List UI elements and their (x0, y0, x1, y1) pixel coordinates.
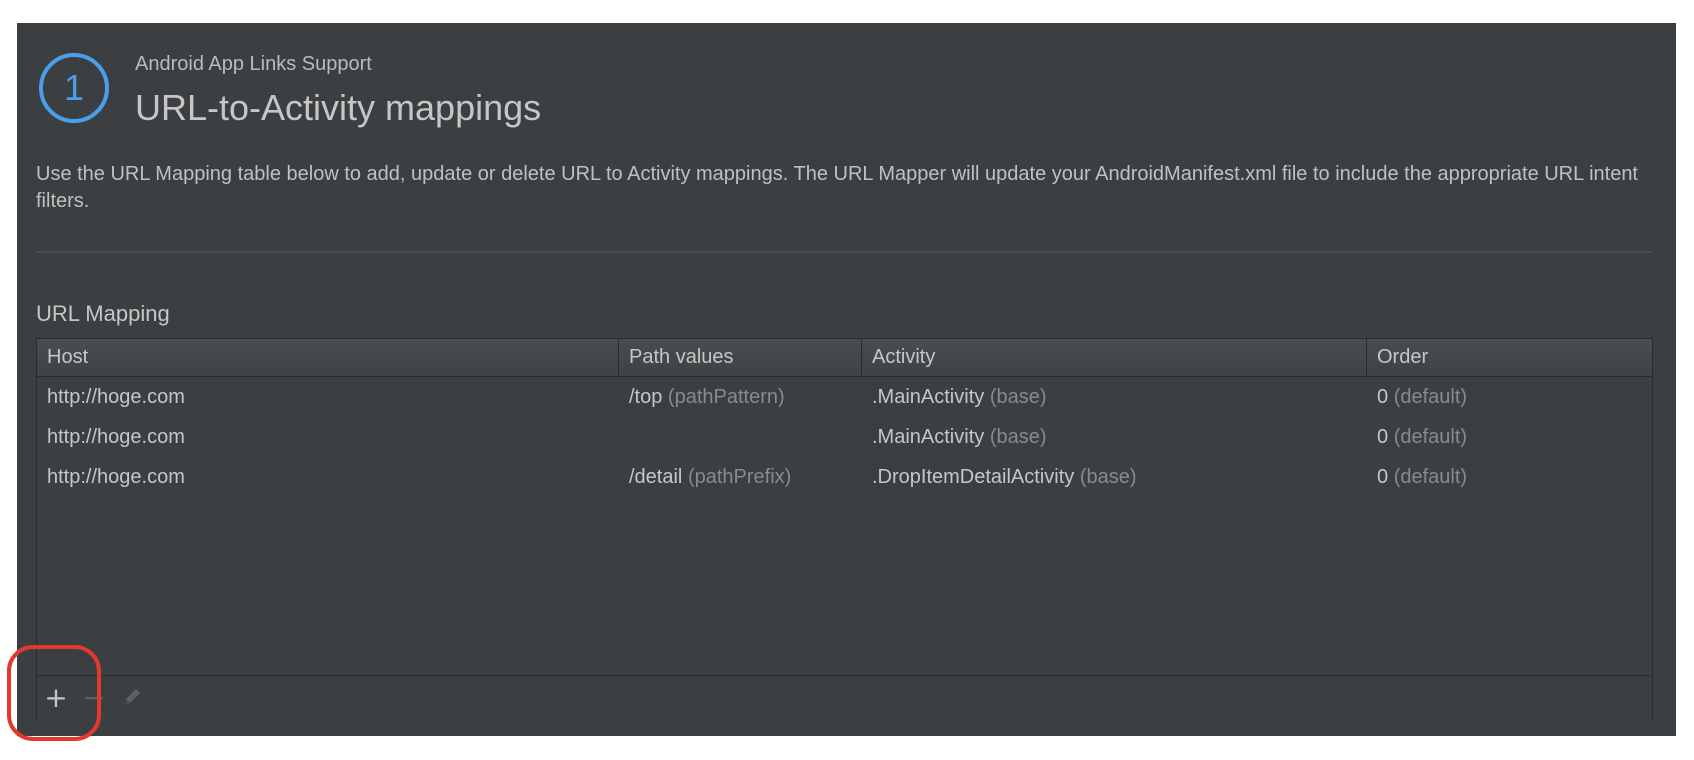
order-value: 0 (1377, 466, 1389, 488)
activity-hint: (base) (1079, 466, 1137, 488)
path-type-hint: (pathPattern) (667, 386, 785, 408)
path-type-hint: (pathPrefix) (687, 466, 792, 488)
url-mapping-label: URL Mapping (36, 301, 170, 326)
cell-path: /detail (pathPrefix) (619, 457, 791, 497)
page-title: URL-to-Activity mappings (135, 87, 542, 128)
column-header-path-values[interactable]: Path values (619, 339, 862, 376)
page-subtitle: Android App Links Support (135, 53, 372, 75)
cell-path (619, 417, 629, 457)
url-mapper-panel: 1 Android App Links Support URL-to-Activ… (17, 23, 1676, 736)
remove-mapping-button[interactable]: − (79, 681, 109, 714)
activity-value: .MainActivity (872, 386, 985, 408)
cell-host: http://hoge.com (47, 466, 185, 488)
column-header-order[interactable]: Order (1367, 339, 1652, 376)
order-hint: (default) (1393, 386, 1468, 408)
activity-value: .MainActivity (872, 426, 985, 448)
url-mapping-table[interactable]: Host Path values Activity Order http://h… (36, 338, 1653, 718)
table-row[interactable]: http://hoge.com /detail (pathPrefix) .Dr… (37, 457, 1652, 497)
order-hint: (default) (1393, 426, 1468, 448)
cell-activity: .MainActivity (base) (862, 417, 1047, 457)
order-value: 0 (1377, 426, 1389, 448)
table-row[interactable]: http://hoge.com /top (pathPattern) .Main… (37, 377, 1652, 417)
cell-order: 0 (default) (1367, 377, 1467, 417)
cell-host: http://hoge.com (47, 426, 185, 448)
order-value: 0 (1377, 386, 1389, 408)
table-header: Host Path values Activity Order (37, 339, 1652, 377)
cell-activity: .MainActivity (base) (862, 377, 1047, 417)
pencil-icon (125, 689, 140, 704)
activity-value: .DropItemDetailActivity (872, 466, 1075, 488)
step-number-badge: 1 (39, 53, 109, 123)
cell-order: 0 (default) (1367, 457, 1467, 497)
cell-order: 0 (default) (1367, 417, 1467, 457)
edit-mapping-button[interactable] (117, 682, 147, 712)
order-hint: (default) (1393, 466, 1468, 488)
table-row[interactable]: http://hoge.com .MainActivity (base) 0 (… (37, 417, 1652, 457)
add-mapping-button[interactable]: + (41, 681, 71, 714)
activity-hint: (base) (989, 386, 1047, 408)
path-value: /top (629, 386, 663, 408)
cell-path: /top (pathPattern) (619, 377, 785, 417)
cell-host: http://hoge.com (47, 386, 185, 408)
description-text: Use the URL Mapping table below to add, … (36, 163, 1638, 212)
column-header-host[interactable]: Host (37, 339, 619, 376)
path-value: /detail (629, 466, 683, 488)
cell-activity: .DropItemDetailActivity (base) (862, 457, 1137, 497)
column-header-activity[interactable]: Activity (862, 339, 1367, 376)
table-toolbar: + − (37, 675, 1652, 718)
activity-hint: (base) (989, 426, 1047, 448)
section-divider (36, 251, 1652, 253)
